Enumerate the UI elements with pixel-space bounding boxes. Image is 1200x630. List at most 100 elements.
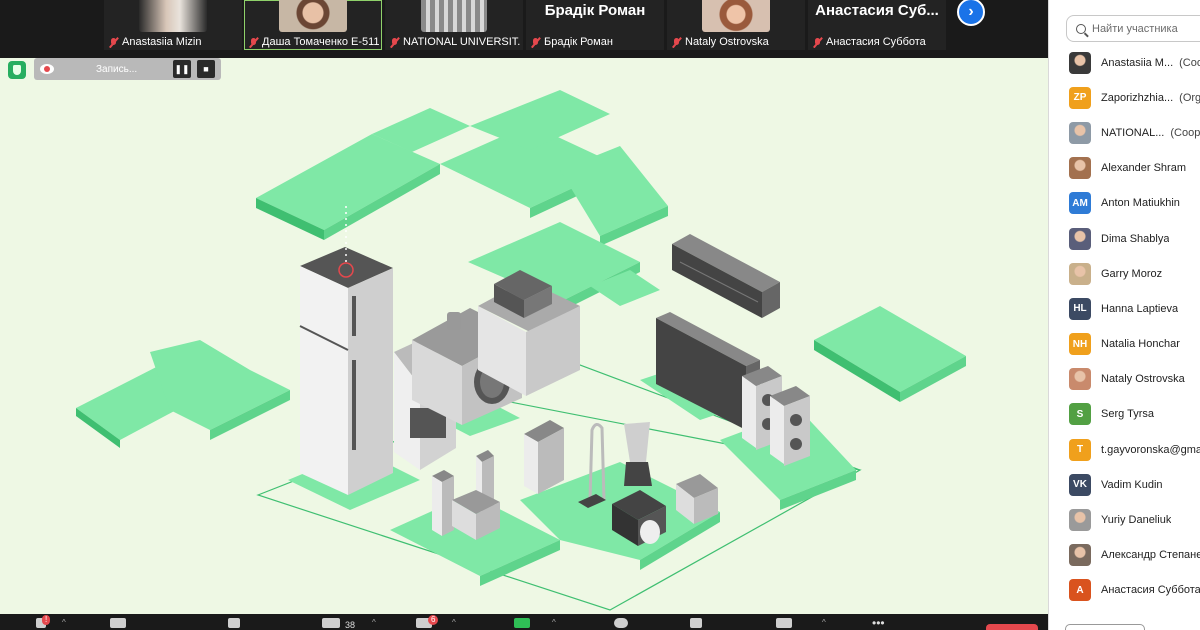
participant-row[interactable]: Yuriy Daneliuk bbox=[1049, 502, 1200, 537]
chevron-up-icon[interactable]: ^ bbox=[452, 618, 456, 630]
puzzle-piece bbox=[470, 90, 610, 150]
search-input[interactable]: Найти участника bbox=[1066, 15, 1200, 42]
video-tile[interactable]: NATIONAL UNIVERSIT... bbox=[385, 0, 523, 50]
avatar bbox=[1069, 368, 1091, 391]
participant-name: t.gayvoronska@gma bbox=[1101, 444, 1200, 456]
participant-name: Анастасия Суббота bbox=[1101, 584, 1200, 596]
participant-video-thumbnail bbox=[702, 0, 770, 32]
participant-name-text: Hanna Laptieva bbox=[1101, 302, 1179, 315]
air-conditioner-illustration bbox=[672, 234, 780, 318]
chevron-right-icon[interactable]: › bbox=[957, 0, 985, 26]
participant-name-text: Anastasiia M... bbox=[1101, 56, 1174, 69]
participant-name-text: Anton Matiukhin bbox=[1101, 197, 1180, 210]
participant-row[interactable]: HL Hanna Laptieva bbox=[1049, 291, 1200, 326]
apps-button[interactable] bbox=[690, 618, 702, 630]
participant-role: (Coop bbox=[1179, 56, 1200, 69]
search-placeholder: Найти участника bbox=[1092, 22, 1178, 35]
video-off-icon bbox=[110, 618, 126, 628]
share-screen-button[interactable] bbox=[514, 618, 530, 630]
stop-video-button[interactable] bbox=[110, 618, 126, 630]
chevron-up-icon[interactable]: ^ bbox=[62, 618, 66, 630]
participant-name: Anastasiia M... (Coop bbox=[1101, 57, 1200, 69]
participant-row[interactable]: NATIONAL... (Coopr bbox=[1049, 115, 1200, 150]
participant-row[interactable]: Alexander Shram bbox=[1049, 151, 1200, 186]
reactions-button[interactable] bbox=[614, 618, 628, 630]
participant-role: (Coopr bbox=[1170, 126, 1200, 139]
blender-illustration bbox=[624, 422, 652, 486]
stop-icon[interactable]: ■ bbox=[197, 60, 215, 78]
participant-name-text: Serg Tyrsa bbox=[1101, 408, 1154, 421]
participant-row[interactable]: ZP Zaporizhzhia... (Orga bbox=[1049, 80, 1200, 115]
participant-row[interactable]: AM Anton Matiukhin bbox=[1049, 186, 1200, 221]
participant-row[interactable]: VK Vadim Kudin bbox=[1049, 467, 1200, 502]
participant-row[interactable]: S Serg Tyrsa bbox=[1049, 397, 1200, 432]
participant-row[interactable]: Александр Степане bbox=[1049, 538, 1200, 573]
leave-button[interactable] bbox=[986, 624, 1038, 630]
tile-name: Даша Томаченко Е-511 bbox=[262, 36, 380, 48]
invite-button[interactable] bbox=[1065, 624, 1145, 630]
mic-muted-icon bbox=[671, 37, 682, 48]
avatar: S bbox=[1069, 403, 1091, 426]
participant-name-text: Dima Shablya bbox=[1101, 232, 1170, 245]
participants-button[interactable] bbox=[322, 618, 340, 630]
participant-name: Anton Matiukhin bbox=[1101, 197, 1180, 209]
participant-name-text: Анастасия Суббота bbox=[1101, 584, 1200, 597]
participant-name: Zaporizhzhia... (Orga bbox=[1101, 92, 1200, 104]
avatar: ZP bbox=[1069, 86, 1091, 109]
people-icon bbox=[322, 618, 340, 628]
participant-video-thumbnail bbox=[279, 0, 347, 32]
participant-row[interactable]: Nataly Ostrovska bbox=[1049, 362, 1200, 397]
participant-video-thumbnail bbox=[421, 0, 487, 32]
participant-row[interactable]: Tt.gayvoronska@gma bbox=[1049, 432, 1200, 467]
mic-muted-icon bbox=[812, 37, 823, 48]
security-button[interactable] bbox=[228, 618, 240, 630]
video-tile[interactable]: Брадік Роман Брадік Роман bbox=[526, 0, 664, 50]
shield-icon bbox=[228, 618, 240, 628]
mic-muted-icon bbox=[248, 37, 259, 48]
participant-name-text: Nataly Ostrovska bbox=[1101, 373, 1185, 386]
emoji-icon bbox=[614, 618, 628, 628]
share-screen-icon bbox=[514, 618, 530, 628]
video-tile[interactable]: Nataly Ostrovska bbox=[667, 0, 805, 50]
video-gallery-strip: Anastasiia Mizin Даша Томаченко Е-511 NA… bbox=[0, 0, 1048, 58]
participant-name-text: Garry Moroz bbox=[1101, 267, 1163, 280]
participant-row[interactable]: Dima Shablya bbox=[1049, 221, 1200, 256]
avatar bbox=[1069, 509, 1091, 532]
whiteboard-icon bbox=[776, 618, 792, 628]
tile-name: Nataly Ostrovska bbox=[685, 36, 769, 48]
avatar bbox=[1069, 51, 1091, 74]
chevron-up-icon[interactable]: ^ bbox=[822, 618, 826, 630]
shared-screen bbox=[0, 58, 1048, 614]
chat-button[interactable]: 6 bbox=[416, 615, 439, 630]
participant-row[interactable]: Garry Moroz bbox=[1049, 256, 1200, 291]
participant-name: Hanna Laptieva bbox=[1101, 303, 1178, 315]
avatar: A bbox=[1069, 579, 1091, 602]
avatar bbox=[1069, 121, 1091, 144]
participant-list: Anastasiia M... (Coop ZP Zaporizhzhia... (Or… bbox=[1049, 45, 1200, 608]
mute-button[interactable]: ! bbox=[36, 615, 51, 630]
video-tile[interactable]: Anastasiia Mizin bbox=[104, 0, 242, 50]
video-tile[interactable]: Даша Томаченко Е-511 bbox=[244, 0, 382, 50]
tile-name: NATIONAL UNIVERSIT... bbox=[403, 36, 521, 48]
participant-row[interactable]: Anastasiia M... (Coop bbox=[1049, 45, 1200, 80]
recording-bar: Запись... ❚❚ ■ bbox=[34, 58, 221, 80]
participant-role: (Orga bbox=[1179, 91, 1200, 104]
whiteboard-button[interactable] bbox=[776, 618, 792, 630]
avatar bbox=[1069, 227, 1091, 250]
participant-name-text: Yuriy Daneliuk bbox=[1101, 514, 1172, 527]
router-illustration bbox=[524, 420, 564, 494]
chevron-up-icon[interactable]: ^ bbox=[372, 618, 376, 630]
participant-name: Serg Tyrsa bbox=[1101, 408, 1154, 420]
video-tile[interactable]: Анастасия Суб... Анастасия Суббота bbox=[808, 0, 946, 50]
pause-icon[interactable]: ❚❚ bbox=[173, 60, 191, 78]
shield-icon[interactable] bbox=[8, 61, 26, 79]
chevron-up-icon[interactable]: ^ bbox=[552, 618, 556, 630]
participant-row[interactable]: A Анастасия Суббота bbox=[1049, 573, 1200, 608]
participant-row[interactable]: NH Natalia Honchar bbox=[1049, 327, 1200, 362]
avatar: T bbox=[1069, 438, 1091, 461]
participants-count: 38 bbox=[345, 620, 356, 630]
participant-name: Alexander Shram bbox=[1101, 162, 1186, 174]
more-icon[interactable]: ••• bbox=[872, 616, 885, 630]
participant-name-text: Александр Степане bbox=[1101, 549, 1200, 562]
participant-name: Nataly Ostrovska bbox=[1101, 373, 1185, 385]
